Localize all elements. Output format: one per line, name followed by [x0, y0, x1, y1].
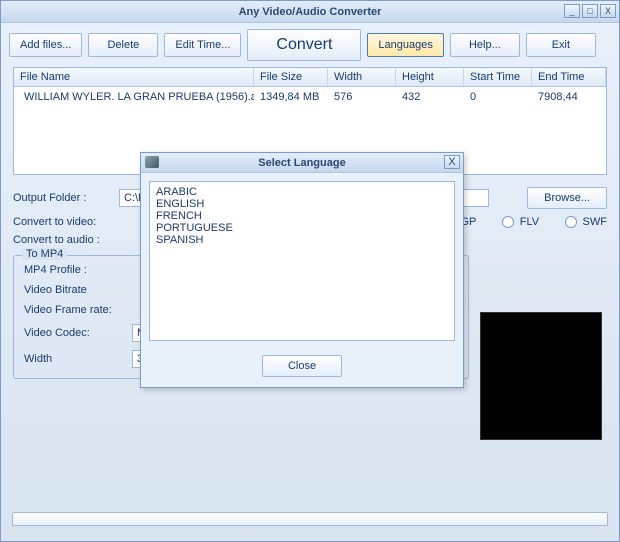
table-row[interactable]: WILLIAM WYLER. LA GRAN PRUEBA (1956).avi… [14, 87, 606, 107]
dialog-close-button[interactable]: X [444, 155, 460, 169]
close-button[interactable]: X [600, 4, 616, 18]
convert-video-label: Convert to video: [13, 216, 113, 228]
col-starttime[interactable]: Start Time [464, 68, 532, 86]
col-filesize[interactable]: File Size [254, 68, 328, 86]
col-endtime[interactable]: End Time [532, 68, 606, 86]
output-folder-label: Output Folder : [13, 192, 113, 204]
video-preview [480, 312, 602, 440]
cell-height: 432 [396, 89, 464, 105]
dialog-close-action-button[interactable]: Close [262, 355, 342, 377]
table-header: File Name File Size Width Height Start T… [14, 68, 606, 87]
radio-swf[interactable] [565, 216, 576, 228]
cell-width: 576 [328, 89, 396, 105]
list-item[interactable]: SPANISH [156, 234, 448, 246]
col-filename[interactable]: File Name [14, 68, 254, 86]
progress-container [12, 512, 608, 526]
dialog-titlebar[interactable]: Select Language X [141, 153, 463, 173]
list-item[interactable]: PORTUGUESE [156, 222, 448, 234]
video-framerate-label: Video Frame rate: [24, 304, 124, 316]
convert-button[interactable]: Convert [247, 29, 361, 61]
cell-starttime: 0 [464, 89, 532, 105]
cell-filename: WILLIAM WYLER. LA GRAN PRUEBA (1956).avi [24, 91, 254, 103]
delete-button[interactable]: Delete [88, 33, 158, 57]
video-bitrate-label: Video Bitrate [24, 284, 124, 296]
radio-flv[interactable] [502, 216, 513, 228]
dialog-title: Select Language [258, 157, 345, 169]
video-codec-label: Video Codec: [24, 327, 124, 339]
list-item[interactable]: FRENCH [156, 210, 448, 222]
radio-flv-label: FLV [520, 216, 539, 228]
list-item[interactable]: ARABIC [156, 186, 448, 198]
toolbar: Add files... Delete Edit Time... Convert… [1, 23, 619, 67]
radio-swf-label: SWF [583, 216, 607, 228]
window-controls: _ □ X [564, 4, 616, 18]
list-item[interactable]: ENGLISH [156, 198, 448, 210]
cell-endtime: 7908,44 [532, 89, 606, 105]
minimize-button[interactable]: _ [564, 4, 580, 18]
languages-button[interactable]: Languages [367, 33, 443, 57]
groupbox-title: To MP4 [22, 248, 67, 260]
convert-audio-label: Convert to audio : [13, 234, 113, 246]
cell-filesize: 1349,84 MB [254, 89, 328, 105]
col-width[interactable]: Width [328, 68, 396, 86]
app-icon [145, 156, 159, 168]
maximize-button[interactable]: □ [582, 4, 598, 18]
help-button[interactable]: Help... [450, 33, 520, 57]
select-language-dialog: Select Language X ARABIC ENGLISH FRENCH … [140, 152, 464, 388]
width-label: Width [24, 353, 124, 365]
window-title: Any Video/Audio Converter [239, 6, 382, 18]
exit-button[interactable]: Exit [526, 33, 596, 57]
titlebar[interactable]: Any Video/Audio Converter _ □ X [1, 1, 619, 23]
progress-bar [12, 512, 608, 526]
edit-time-button[interactable]: Edit Time... [164, 33, 241, 57]
col-height[interactable]: Height [396, 68, 464, 86]
add-files-button[interactable]: Add files... [9, 33, 82, 57]
language-listbox[interactable]: ARABIC ENGLISH FRENCH PORTUGUESE SPANISH [149, 181, 455, 341]
mp4-profile-label: MP4 Profile : [24, 264, 124, 276]
browse-button[interactable]: Browse... [527, 187, 607, 209]
